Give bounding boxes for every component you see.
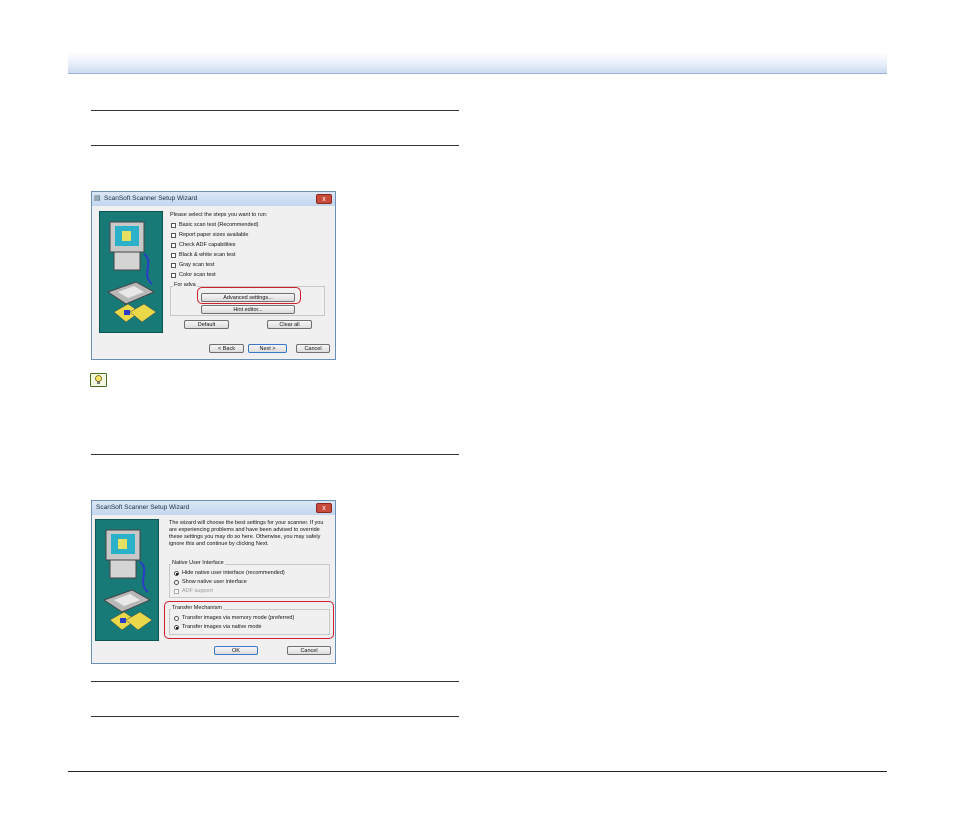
dialog-titlebar: ScanSoft Scanner Setup Wizard x xyxy=(92,501,335,515)
steps-prompt: Please select the steps you want to run: xyxy=(170,212,268,218)
radio-label: Hide native user interface (recommended) xyxy=(182,570,285,576)
wizard-illustration xyxy=(99,211,163,333)
checkbox-label: Color scan test xyxy=(179,272,216,278)
highlight-transfer-mechanism xyxy=(164,601,334,639)
checkbox-report-sizes[interactable] xyxy=(171,233,176,238)
checkbox-basic-scan[interactable] xyxy=(171,223,176,228)
radio-show-native-ui[interactable] xyxy=(174,580,179,585)
checkbox-label: Black & white scan test xyxy=(179,252,236,258)
ok-button[interactable]: OK xyxy=(214,646,258,655)
setup-wizard-dialog-advanced: ScanSoft Scanner Setup Wizard x The wiza… xyxy=(91,500,336,664)
checkbox-gray-scan[interactable] xyxy=(171,263,176,268)
section-rule xyxy=(91,716,459,717)
checkbox-adf-support[interactable] xyxy=(174,589,179,594)
page-footer-rule xyxy=(68,771,887,772)
wizard-illustration xyxy=(95,519,159,641)
section-rule xyxy=(91,454,459,455)
native-ui-group-label: Native User Interface xyxy=(171,560,225,567)
section-rule xyxy=(91,110,459,111)
default-button[interactable]: Default xyxy=(184,320,229,329)
checkbox-bw-scan[interactable] xyxy=(171,253,176,258)
next-button[interactable]: Next > xyxy=(248,344,287,353)
intro-text-line: ignore this and continue by clicking Nex… xyxy=(169,541,269,547)
cancel-button[interactable]: Cancel xyxy=(296,344,330,353)
checkbox-label: Check ADF capabilities xyxy=(179,242,236,248)
dialog-title: ScanSoft Scanner Setup Wizard xyxy=(104,195,198,202)
radio-hide-native-ui[interactable] xyxy=(174,571,179,576)
checkbox-label: Gray scan test xyxy=(179,262,215,268)
advanced-group-label: For adva xyxy=(173,282,197,289)
checkbox-label: Basic scan test (Recommended) xyxy=(179,222,259,228)
setup-wizard-dialog-steps: ▤ ScanSoft Scanner Setup Wizard x Please… xyxy=(91,191,336,360)
scanner-app-icon: ▤ xyxy=(94,195,101,202)
intro-text-line: these settings you may do so here. Other… xyxy=(169,534,321,540)
checkbox-label: Report paper sizes available xyxy=(179,232,249,238)
section-rule xyxy=(91,681,459,682)
dialog-titlebar: ▤ ScanSoft Scanner Setup Wizard x xyxy=(92,192,335,206)
checkbox-color-scan[interactable] xyxy=(171,273,176,278)
checkbox-label-disabled: ADF support xyxy=(182,588,213,594)
section-rule xyxy=(91,145,459,146)
back-button[interactable]: < Back xyxy=(209,344,244,353)
radio-label: Show native user interface xyxy=(182,579,247,585)
hint-editor-button[interactable]: Hint editor... xyxy=(201,305,295,314)
highlight-advanced-settings xyxy=(197,287,301,304)
cancel-button[interactable]: Cancel xyxy=(287,646,331,655)
dialog-client-area: The wizard will choose the best settings… xyxy=(93,515,334,662)
hint-lightbulb-icon xyxy=(90,373,107,387)
page-header-rule xyxy=(68,73,887,74)
intro-text-line: The wizard will choose the best settings… xyxy=(169,520,324,526)
dialog-client-area: Please select the steps you want to run:… xyxy=(93,206,334,358)
checkbox-adf[interactable] xyxy=(171,243,176,248)
intro-text-line: are experiencing problems and have been … xyxy=(169,527,320,533)
close-button[interactable]: x xyxy=(316,503,332,513)
clear-all-button[interactable]: Clear all xyxy=(267,320,312,329)
dialog-title: ScanSoft Scanner Setup Wizard xyxy=(96,504,190,511)
close-button[interactable]: x xyxy=(316,194,332,204)
page-header-band xyxy=(68,52,887,74)
